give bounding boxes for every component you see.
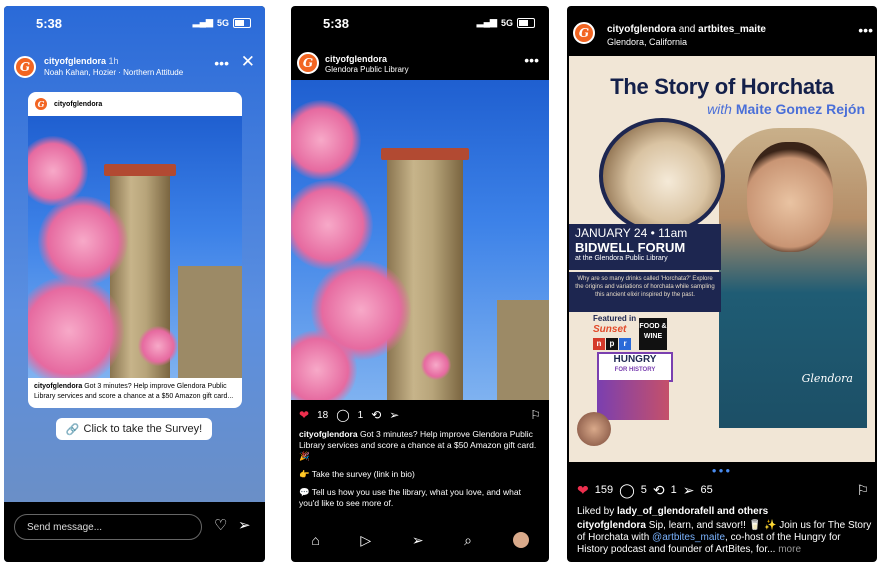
post-image[interactable]	[291, 80, 549, 400]
survey-label: Click to take the Survey!	[83, 423, 203, 435]
more-options-icon[interactable]: •••	[214, 55, 229, 71]
post-location[interactable]: Glendora, California	[607, 37, 687, 47]
like-count: 159	[594, 484, 614, 496]
post-header: G cityofglendora Glendora Public Library…	[291, 46, 549, 80]
share-icon[interactable]: ➢	[389, 408, 399, 422]
post-screen-horchata: G cityofglendora and artbites_maite Glen…	[567, 6, 877, 562]
comment-count: 5	[640, 484, 647, 496]
heart-icon[interactable]: ♡	[214, 516, 227, 534]
liked-by[interactable]: Liked by lady_of_glendorafell and others	[577, 506, 768, 517]
reels-icon[interactable]: ▷	[360, 532, 371, 549]
signal-icon: ▂▄▆	[476, 17, 497, 27]
send-message-input[interactable]: Send message...	[14, 514, 202, 540]
heart-icon[interactable]: ❤	[299, 408, 309, 422]
story-age: 1h	[108, 56, 119, 66]
poster-subtitle: with Maite Gomez Rejón	[707, 101, 865, 117]
more-options-icon[interactable]: •••	[524, 52, 539, 68]
status-time: 5:38	[36, 16, 63, 31]
featured-label: Featured in	[593, 314, 637, 323]
bookmark-icon[interactable]: ⚐	[856, 482, 869, 499]
glendora-signature: Glendora	[801, 372, 853, 385]
search-icon[interactable]: ⌕	[464, 532, 472, 549]
post-username[interactable]: cityofglendora	[325, 54, 387, 64]
card-caption: cityofglendora Got 3 minutes? Help impro…	[34, 383, 234, 400]
food-wine-logo: FOOD & WINE	[639, 318, 667, 350]
avatar[interactable]: G	[573, 22, 595, 44]
share-icon[interactable]: ➢	[238, 516, 251, 534]
link-icon: 🔗	[65, 423, 80, 436]
repost-icon[interactable]: ⟲	[371, 408, 381, 422]
horchata-photo	[599, 118, 725, 234]
status-time: 5:38	[323, 16, 350, 31]
shared-post-card[interactable]: G cityofglendora cityofglendora Got 3 mi…	[28, 92, 242, 408]
share-count: 65	[700, 484, 713, 496]
carousel-dots: ●●●	[711, 466, 733, 475]
post-actions: ❤ 159 ◯ 5 ⟲ 1 ➢ 65 ⚐	[577, 480, 869, 500]
post-header: G cityofglendora and artbites_maite Glen…	[567, 16, 877, 56]
signal-icon: ▂▄▆	[192, 17, 213, 27]
post-location[interactable]: Glendora Public Library	[325, 65, 409, 74]
post-caption: cityofglendora Got 3 minutes? Help impro…	[299, 429, 537, 508]
event-venue-sub: at the Glendora Public Library	[575, 255, 668, 262]
poster-title: The Story of Horchata	[610, 74, 834, 99]
more-options-icon[interactable]: •••	[858, 22, 873, 38]
repost-count: 1	[670, 484, 677, 496]
event-date-box: JANUARY 24 • 11am BIDWELL FORUM at the G…	[569, 224, 721, 270]
sunset-logo: Sunset	[593, 324, 627, 335]
avatar[interactable]: G	[14, 56, 36, 78]
card-header: G cityofglendora	[28, 92, 242, 116]
status-bar: 5:38 ▂▄▆ 5G	[291, 6, 549, 38]
signal-indicator: ▂▄▆ 5G	[477, 17, 535, 28]
hungry-for-history-logo: HUNGRY FOR HISTORY	[597, 352, 673, 382]
story-header: G cityofglendora 1h Noah Kahan, Hozier ·…	[12, 52, 257, 82]
comment-icon[interactable]: ◯	[336, 408, 349, 422]
mention-link[interactable]: @artbites_maite	[652, 532, 725, 543]
like-count: 18	[317, 409, 329, 421]
post-username[interactable]: cityofglendora and artbites_maite	[607, 24, 766, 35]
story-music[interactable]: Noah Kahan, Hozier · Northern Attitude	[44, 68, 183, 77]
battery-icon	[233, 17, 251, 28]
card-username: cityofglendora	[54, 100, 103, 108]
signal-indicator: ▂▄▆ 5G	[193, 17, 251, 28]
battery-icon	[517, 17, 535, 28]
event-date: JANUARY 24 • 11am	[575, 226, 688, 240]
podcast-photos	[597, 380, 669, 420]
post-screen-library: 5:38 ▂▄▆ 5G G cityofglendora Glendora Pub…	[291, 6, 549, 562]
share-icon[interactable]: ➢	[683, 482, 695, 499]
event-venue: BIDWELL FORUM	[575, 240, 686, 255]
share-icon[interactable]: ➢	[412, 532, 424, 549]
heart-icon[interactable]: ❤	[577, 482, 589, 499]
story-username[interactable]: cityofglendora 1h	[44, 56, 119, 66]
comment-icon[interactable]: ◯	[619, 482, 635, 499]
avatar[interactable]: G	[297, 52, 319, 74]
avatar: G	[34, 97, 48, 111]
avatar[interactable]	[512, 532, 529, 548]
event-description: Why are so many drinks called 'Horchata?…	[569, 272, 721, 312]
npr-logo: npr	[593, 338, 631, 350]
post-caption: cityofglendora Sip, learn, and savor!! 🥛…	[577, 520, 872, 555]
repost-icon[interactable]: ⟲	[653, 482, 665, 499]
network-label: 5G	[216, 17, 229, 28]
story-reply-bar: Send message... ♡ ➢	[4, 502, 265, 562]
bookmark-icon[interactable]: ⚐	[530, 408, 541, 422]
status-bar: 5:38 ▂▄▆ 5G	[4, 6, 265, 38]
event-poster-image[interactable]: The Story of Horchata with Maite Gomez R…	[569, 56, 875, 462]
post-actions: ❤ 18 ◯ 1 ⟲ ➢ ⚐	[299, 406, 541, 424]
more-link[interactable]: more	[778, 544, 801, 555]
presenter-small-photo	[577, 412, 611, 446]
bottom-nav: ⌂ ▷ ➢ ⌕	[291, 518, 549, 562]
network-label: 5G	[500, 17, 513, 28]
survey-link-sticker[interactable]: 🔗 Click to take the Survey!	[56, 418, 212, 440]
close-icon[interactable]: ✕	[241, 52, 255, 72]
story-screen: 5:38 ▂▄▆ 5G G cityofglendora 1h Noah Kaha…	[4, 6, 265, 562]
post-image	[28, 116, 242, 378]
comment-count: 1	[357, 409, 364, 421]
home-icon[interactable]: ⌂	[311, 532, 319, 548]
